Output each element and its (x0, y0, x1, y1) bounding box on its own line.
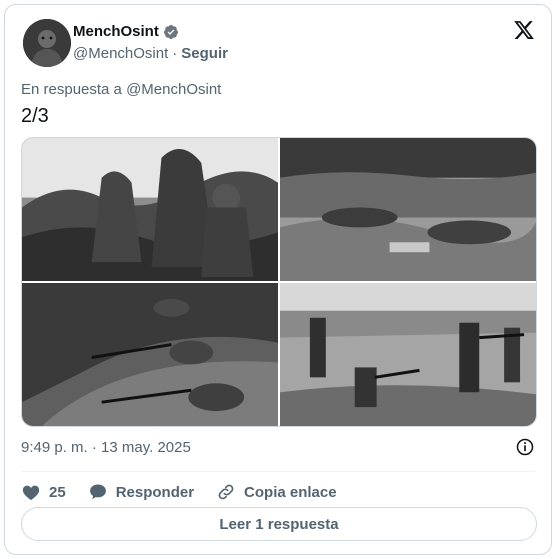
copy-link-label: Copia enlace (244, 483, 337, 501)
separator-dot: · (172, 45, 178, 62)
link-icon (218, 484, 234, 500)
divider (21, 471, 535, 472)
heart-icon (22, 485, 40, 500)
reply-label: Responder (115, 483, 195, 501)
avatar[interactable] (23, 19, 71, 67)
reply-context: En respuesta a @MenchOsint (21, 81, 222, 98)
photo-3[interactable] (22, 283, 278, 426)
tweet-card: MenchOsint @MenchOsint · Seguir En respu… (4, 4, 552, 555)
tweet-text: 2/3 (21, 105, 49, 127)
follow-button[interactable]: Seguir (181, 45, 228, 62)
verified-badge-icon (163, 24, 179, 40)
author-name-row[interactable]: MenchOsint (73, 23, 179, 40)
reply-button[interactable]: Responder (88, 482, 194, 502)
read-replies-button[interactable]: Leer 1 respuesta (21, 507, 537, 541)
media-grid (21, 137, 537, 427)
comment-bubble-icon (89, 484, 106, 500)
photo-1[interactable] (22, 138, 278, 281)
like-button[interactable]: 25 (21, 482, 66, 502)
tweet-timestamp[interactable]: 9:49 p. m. · 13 may. 2025 (21, 439, 191, 456)
like-count: 25 (49, 483, 66, 501)
author-handle-row: @MenchOsint · Seguir (73, 45, 228, 62)
info-icon[interactable] (515, 437, 535, 457)
author-name[interactable]: MenchOsint (73, 23, 159, 40)
action-bar: 25 Responder Copia enlace (21, 479, 359, 505)
photo-2[interactable] (280, 138, 536, 281)
copy-link-button[interactable]: Copia enlace (216, 482, 337, 502)
author-handle[interactable]: @MenchOsint (73, 45, 168, 62)
photo-4[interactable] (280, 283, 536, 426)
x-logo-icon[interactable] (513, 19, 535, 41)
